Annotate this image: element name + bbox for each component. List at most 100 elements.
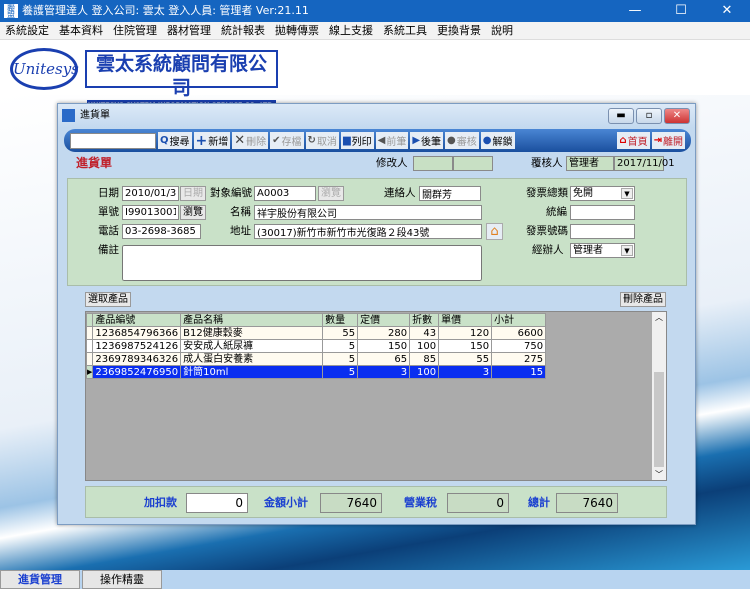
note-textarea[interactable] — [122, 245, 482, 281]
phone-input[interactable] — [122, 224, 201, 239]
cell-product-name[interactable]: 成人蛋白安養素 — [180, 352, 324, 366]
target-browse-button[interactable]: 瀏覽 — [318, 186, 344, 201]
col-list-price[interactable]: 定價 — [357, 313, 411, 327]
contact-input[interactable] — [419, 186, 481, 201]
cell-product-name[interactable]: B12健康穀麥 — [180, 326, 324, 340]
target-no-input[interactable] — [254, 186, 316, 201]
col-product-name[interactable]: 產品名稱 — [180, 313, 324, 327]
cell-unit-price[interactable]: 55 — [438, 352, 493, 366]
search-input[interactable] — [70, 132, 156, 149]
cell-subtotal[interactable]: 6600 — [491, 326, 547, 340]
cancel-button[interactable]: ↻ 取消 — [305, 132, 339, 149]
cell-discount[interactable]: 100 — [409, 365, 440, 379]
invoice-type-select[interactable]: 免開 ▼ — [570, 186, 635, 201]
home-address-icon[interactable]: ⌂ — [486, 223, 503, 240]
cell-product-code[interactable]: 2369852476950 — [92, 365, 182, 379]
cell-unit-price[interactable]: 120 — [438, 326, 493, 340]
cell-product-name[interactable]: 針筒10ml — [180, 365, 324, 379]
scroll-thumb[interactable] — [654, 372, 664, 467]
name-input[interactable] — [254, 205, 482, 220]
menu-help[interactable]: 說明 — [486, 22, 518, 39]
col-unit-price[interactable]: 單價 — [438, 313, 493, 327]
product-grid: 產品編號 產品名稱 數量 定價 折數 單價 小計 1236854796366 B1… — [85, 311, 667, 481]
cell-list-price[interactable]: 3 — [357, 365, 411, 379]
cell-discount[interactable]: 43 — [409, 326, 440, 340]
save-button[interactable]: ✔ 存檔 — [270, 132, 304, 149]
table-row[interactable]: 1236854796366 B12健康穀麥 55 280 43 120 6600 — [85, 326, 547, 340]
close-button[interactable]: ✕ — [704, 0, 750, 22]
cell-subtotal[interactable]: 275 — [491, 352, 547, 366]
table-row[interactable]: 2369789346326 成人蛋白安養素 5 65 85 55 275 — [85, 352, 547, 366]
maximize-button[interactable]: ☐ — [658, 0, 704, 22]
menu-system-tools[interactable]: 系統工具 — [378, 22, 432, 39]
cell-discount[interactable]: 100 — [409, 339, 440, 353]
menu-reports[interactable]: 統計報表 — [216, 22, 270, 39]
cell-discount[interactable]: 85 — [409, 352, 440, 366]
cell-list-price[interactable]: 280 — [357, 326, 411, 340]
prev-button[interactable]: ◀ 前筆 — [375, 132, 409, 149]
search-button[interactable]: Q 搜尋 — [158, 132, 192, 149]
cell-quantity[interactable]: 5 — [322, 339, 359, 353]
grid-vertical-scrollbar[interactable]: ︿ ﹀ — [652, 312, 666, 480]
address-input[interactable] — [254, 224, 482, 239]
menu-system-settings[interactable]: 系統設定 — [0, 22, 54, 39]
row-selector[interactable]: ▶ — [85, 365, 94, 379]
tax-id-input[interactable] — [570, 205, 635, 220]
cell-list-price[interactable]: 150 — [357, 339, 411, 353]
name-label: 名稱 — [230, 206, 251, 218]
home-button[interactable]: ⌂ 首頁 — [617, 132, 650, 149]
col-quantity[interactable]: 數量 — [322, 313, 359, 327]
minimize-button[interactable]: — — [612, 0, 658, 22]
cell-quantity[interactable]: 5 — [322, 352, 359, 366]
add-button[interactable]: + 新增 — [193, 132, 231, 149]
cell-product-name[interactable]: 安安成人紙尿褲 — [180, 339, 324, 353]
date-picker-button[interactable]: 日期 — [180, 186, 206, 201]
adjustment-input[interactable]: 0 — [186, 493, 248, 513]
cell-quantity[interactable]: 55 — [322, 326, 359, 340]
cell-subtotal[interactable]: 750 — [491, 339, 547, 353]
cell-product-code[interactable]: 2369789346326 — [92, 352, 182, 366]
delete-button[interactable]: ✕ 刪除 — [232, 132, 269, 149]
plus-icon: + — [195, 132, 208, 149]
chevron-down-icon: ▼ — [621, 188, 633, 199]
print-button[interactable]: ▆ 列印 — [340, 132, 374, 149]
col-subtotal[interactable]: 小計 — [491, 313, 547, 327]
select-product-button[interactable]: 選取產品 — [85, 292, 131, 307]
menu-vouchers[interactable]: 拋轉傳票 — [270, 22, 324, 39]
next-button[interactable]: ▶ 後筆 — [410, 132, 444, 149]
cell-list-price[interactable]: 65 — [357, 352, 411, 366]
review-button[interactable]: ● 審核 — [445, 132, 479, 149]
table-row[interactable]: ▶ 2369852476950 針筒10ml 5 3 100 3 15 — [85, 365, 547, 379]
order-browse-button[interactable]: 瀏覽 — [180, 205, 206, 220]
col-discount[interactable]: 折數 — [409, 313, 440, 327]
reviewer-label: 覆核人 — [531, 157, 563, 169]
cell-quantity[interactable]: 5 — [322, 365, 359, 379]
cell-product-code[interactable]: 1236987524126 — [92, 339, 182, 353]
exit-button[interactable]: ⇥ 離開 — [651, 132, 685, 149]
window-close-button[interactable]: ✕ — [664, 108, 690, 124]
window-minimize-button[interactable]: ▬ — [608, 108, 634, 124]
scroll-up-icon[interactable]: ︿ — [652, 312, 666, 323]
menu-basic-data[interactable]: 基本資料 — [54, 22, 108, 39]
lock-icon: ● — [447, 135, 456, 146]
handler-select[interactable]: 管理者 ▼ — [570, 243, 635, 258]
col-product-code[interactable]: 產品編號 — [92, 313, 182, 327]
unlock-button[interactable]: ● 解鎖 — [480, 132, 515, 149]
window-maximize-button[interactable]: ▫ — [636, 108, 662, 124]
cell-unit-price[interactable]: 150 — [438, 339, 493, 353]
menu-background[interactable]: 更換背景 — [432, 22, 486, 39]
tab-operation-wizard[interactable]: 操作精靈 — [82, 570, 162, 589]
menu-inpatient[interactable]: 住院管理 — [108, 22, 162, 39]
cell-subtotal[interactable]: 15 — [491, 365, 547, 379]
invoice-no-input[interactable] — [570, 224, 635, 239]
menu-online-support[interactable]: 線上支援 — [324, 22, 378, 39]
menu-equipment[interactable]: 器材管理 — [162, 22, 216, 39]
cell-unit-price[interactable]: 3 — [438, 365, 493, 379]
order-no-input[interactable] — [122, 205, 179, 220]
tab-purchase-management[interactable]: 進貨管理 — [0, 570, 80, 589]
delete-product-button[interactable]: 刪除產品 — [620, 292, 666, 307]
date-input[interactable] — [122, 186, 179, 201]
cell-product-code[interactable]: 1236854796366 — [92, 326, 182, 340]
scroll-down-icon[interactable]: ﹀ — [652, 469, 666, 480]
table-row[interactable]: 1236987524126 安安成人紙尿褲 5 150 100 150 750 — [85, 339, 547, 353]
